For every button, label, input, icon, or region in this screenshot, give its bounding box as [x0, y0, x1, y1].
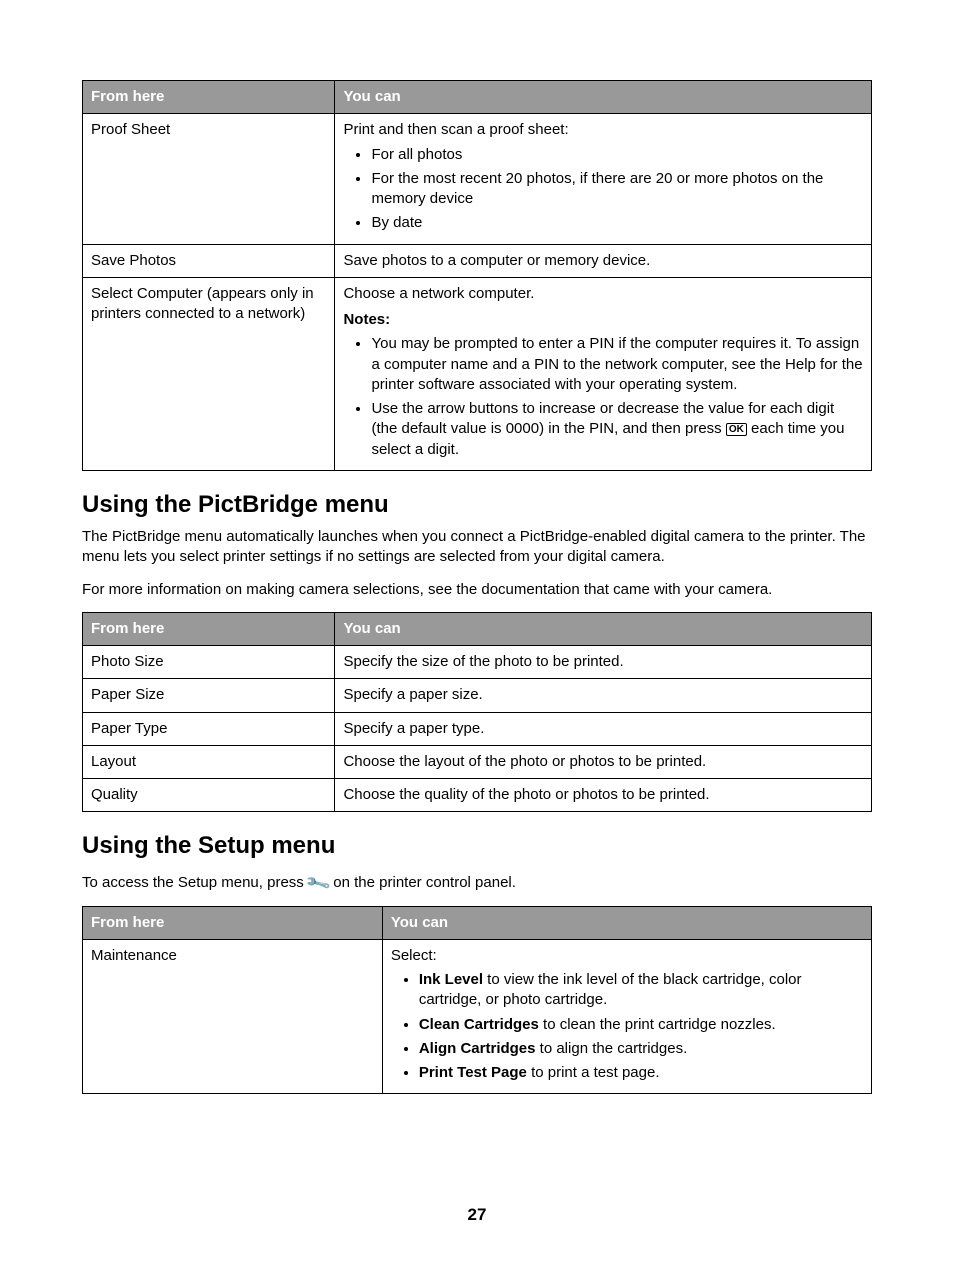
cell-name: Proof Sheet [83, 114, 335, 244]
item-bold: Clean Cartridges [419, 1016, 539, 1033]
table-row: Paper Type Specify a paper type. [83, 712, 872, 745]
heading-pictbridge: Using the PictBridge menu [82, 489, 872, 521]
list-item: For the most recent 20 photos, if there … [371, 169, 863, 210]
cell-name: Paper Type [83, 712, 335, 745]
cell-name: Quality [83, 779, 335, 812]
cell-desc: Choose the layout of the photo or photos… [335, 745, 872, 778]
heading-setup: Using the Setup menu [82, 830, 872, 862]
item-bold: Align Cartridges [419, 1040, 536, 1057]
table-row: Paper Size Specify a paper size. [83, 679, 872, 712]
cell-desc: Choose a network computer. Notes: You ma… [335, 277, 872, 470]
intro-pre: To access the Setup menu, press [82, 874, 308, 891]
lead-text: Select: [391, 947, 437, 964]
table-row: Save Photos Save photos to a computer or… [83, 244, 872, 277]
cell-name: Save Photos [83, 244, 335, 277]
table-setup: From here You can Maintenance Select: In… [82, 906, 872, 1095]
cell-desc: Specify a paper type. [335, 712, 872, 745]
list-item: Align Cartridges to align the cartridges… [419, 1039, 863, 1059]
item-bold: Ink Level [419, 971, 483, 988]
th-you-can: You can [382, 906, 871, 939]
table-row: Proof Sheet Print and then scan a proof … [83, 114, 872, 244]
notes-list: You may be prompted to enter a PIN if th… [343, 334, 863, 460]
item-rest: to clean the print cartridge nozzles. [539, 1016, 776, 1033]
th-from-here: From here [83, 81, 335, 114]
cell-name: Photo Size [83, 646, 335, 679]
th-from-here: From here [83, 612, 335, 645]
cell-desc: Save photos to a computer or memory devi… [335, 244, 872, 277]
item-rest: to print a test page. [527, 1064, 660, 1081]
table-row: Quality Choose the quality of the photo … [83, 779, 872, 812]
setup-intro: To access the Setup menu, press 🔧 on the… [82, 871, 872, 894]
cell-name: Layout [83, 745, 335, 778]
cell-desc: Choose the quality of the photo or photo… [335, 779, 872, 812]
list-item: Ink Level to view the ink level of the b… [419, 970, 863, 1011]
table-row: Layout Choose the layout of the photo or… [83, 745, 872, 778]
cell-desc: Specify the size of the photo to be prin… [335, 646, 872, 679]
th-you-can: You can [335, 81, 872, 114]
list-item: Print Test Page to print a test page. [419, 1063, 863, 1083]
bullet-list: For all photos For the most recent 20 ph… [343, 145, 863, 234]
cell-name: Paper Size [83, 679, 335, 712]
table-row: Maintenance Select: Ink Level to view th… [83, 939, 872, 1094]
cell-name: Select Computer (appears only in printer… [83, 277, 335, 470]
list-item: For all photos [371, 145, 863, 165]
table-pictbridge: From here You can Photo Size Specify the… [82, 612, 872, 813]
bullet-list: Ink Level to view the ink level of the b… [391, 970, 863, 1083]
paragraph: For more information on making camera se… [82, 580, 872, 600]
th-you-can: You can [335, 612, 872, 645]
table-row: Photo Size Specify the size of the photo… [83, 646, 872, 679]
intro-post: on the printer control panel. [329, 874, 516, 891]
list-item: By date [371, 213, 863, 233]
cell-desc: Print and then scan a proof sheet: For a… [335, 114, 872, 244]
lead-text: Print and then scan a proof sheet: [343, 121, 568, 138]
list-item: Use the arrow buttons to increase or dec… [371, 399, 863, 460]
page-number: 27 [82, 1204, 872, 1227]
list-item: You may be prompted to enter a PIN if th… [371, 334, 863, 395]
cell-name: Maintenance [83, 939, 383, 1094]
list-item: Clean Cartridges to clean the print cart… [419, 1015, 863, 1035]
table-photo-menu: From here You can Proof Sheet Print and … [82, 80, 872, 471]
lead-text: Choose a network computer. [343, 285, 534, 302]
cell-desc: Specify a paper size. [335, 679, 872, 712]
cell-desc: Select: Ink Level to view the ink level … [382, 939, 871, 1094]
ok-button-icon: OK [726, 423, 747, 436]
th-from-here: From here [83, 906, 383, 939]
item-bold: Print Test Page [419, 1064, 527, 1081]
paragraph: The PictBridge menu automatically launch… [82, 527, 872, 568]
table-row: Select Computer (appears only in printer… [83, 277, 872, 470]
item-rest: to align the cartridges. [536, 1040, 688, 1057]
notes-label: Notes: [343, 310, 863, 330]
